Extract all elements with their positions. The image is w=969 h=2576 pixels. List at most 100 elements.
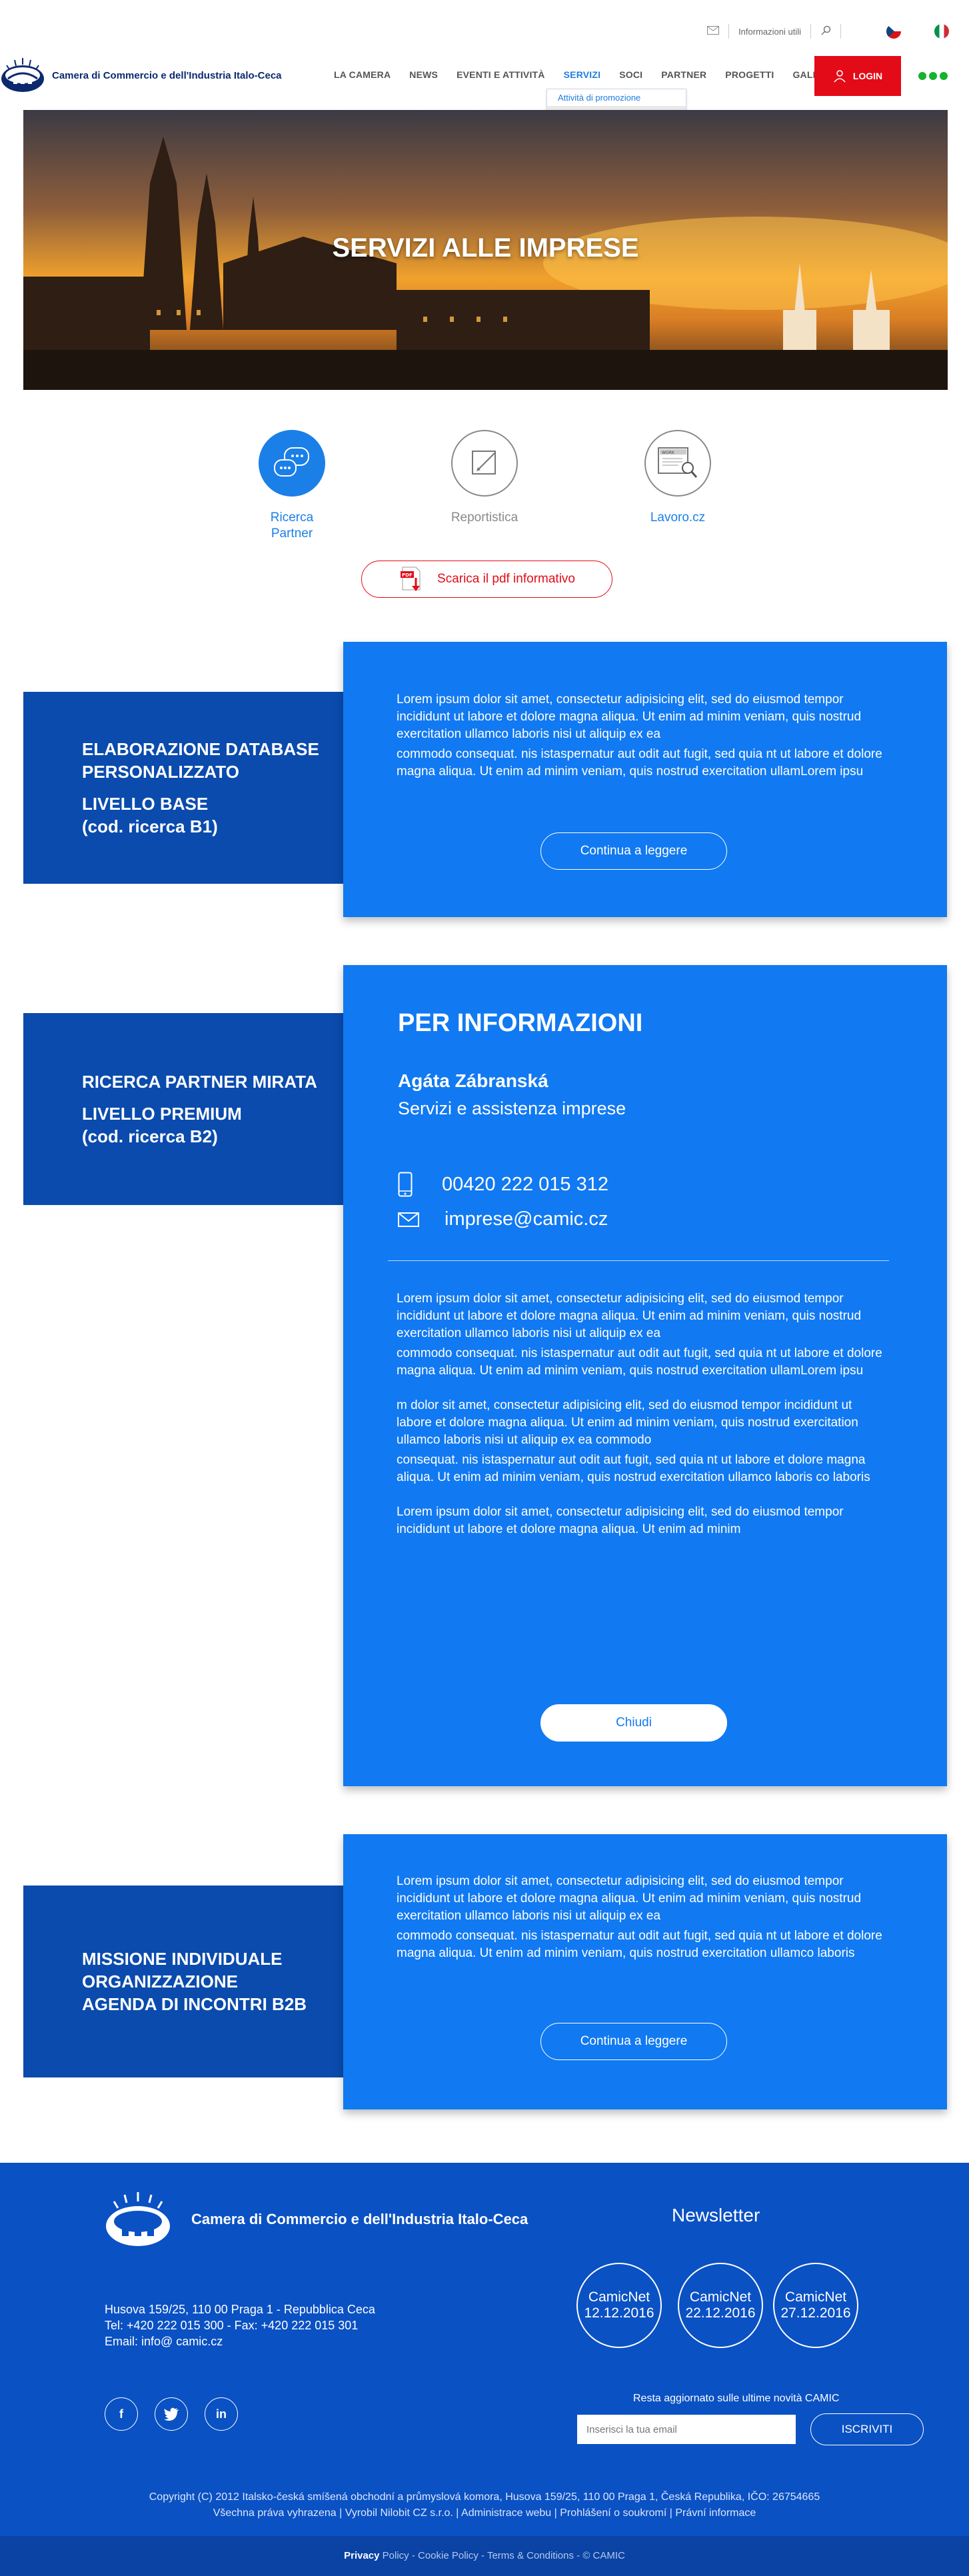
footer-address: Husova 159/25, 110 00 Praga 1 - Repubbli… — [105, 2301, 375, 2349]
service-lavoro[interactable]: WORK Lavoro.cz — [631, 430, 724, 526]
paragraph: commodo consequat. nis istaspernatur aut… — [397, 747, 882, 778]
paragraph: commodo consequat. nis istaspernatur aut… — [397, 1346, 882, 1378]
twitter-icon[interactable] — [155, 2397, 188, 2431]
contact-title: PER INFORMAZIONI — [398, 1009, 643, 1037]
nav-news[interactable]: NEWS — [400, 69, 447, 80]
nav-soci[interactable]: SOCI — [610, 69, 652, 80]
mail-icon[interactable] — [707, 26, 720, 37]
tab-title: AGENDA DI INCONTRI B2B — [82, 1994, 307, 2014]
legal-links[interactable]: Všechna práva vyhrazena | Vyrobil Nilobi… — [0, 2505, 969, 2521]
subscribe-button[interactable]: ISCRIVITI — [810, 2413, 924, 2445]
nav-servizi[interactable]: SERVIZI — [554, 69, 610, 80]
tab-code: (cod. ricerca B2) — [82, 1126, 218, 1146]
chat-bubbles-icon — [259, 430, 325, 497]
service-label: Reportistica — [451, 511, 518, 525]
more-menu-icon[interactable] — [918, 72, 948, 80]
tab-title: ORGANIZZAZIONE — [82, 1971, 238, 1991]
tab-code: (cod. ricerca B1) — [82, 816, 218, 836]
svg-text:WORK: WORK — [662, 451, 675, 455]
download-pdf-button[interactable]: PDF Scarica il pdf informativo — [361, 561, 612, 598]
paragraph: Lorem ipsum dolor sit amet, consectetur … — [397, 1505, 844, 1536]
info-link[interactable]: Informazioni utili — [738, 27, 801, 37]
tab-level: LIVELLO BASE — [82, 794, 209, 814]
login-label: LOGIN — [852, 71, 883, 81]
smartphone-icon — [398, 1172, 413, 1197]
site-footer: Camera di Commercio e dell'Industria Ita… — [0, 2163, 969, 2536]
newsletter-name: CamicNet — [689, 2289, 752, 2305]
newsletter-issue[interactable]: CamicNet 12.12.2016 — [576, 2263, 662, 2348]
contact-email[interactable]: imprese@camic.cz — [398, 1208, 608, 1230]
email-line[interactable]: Email: info@ camic.cz — [105, 2333, 375, 2349]
paragraph: commodo consequat. nis istaspernatur aut… — [397, 1929, 882, 1960]
pdf-button-label: Scarica il pdf informativo — [437, 572, 575, 586]
newsletter-title: Newsletter — [672, 2205, 760, 2225]
read-more-button[interactable]: Continua a leggere — [540, 832, 727, 870]
newsletter-name: CamicNet — [784, 2289, 847, 2305]
read-more-button[interactable]: Continua a leggere — [540, 2023, 727, 2060]
service-tab-database[interactable]: ELABORAZIONE DATABASE PERSONALIZZATO LIV… — [23, 692, 343, 884]
privacy-link[interactable]: Privacy — [344, 2550, 379, 2561]
newsletter-subtitle: Resta aggiornato sulle ultime novità CAM… — [633, 2393, 840, 2404]
dropdown-item-promozione[interactable]: Attività di promozione — [547, 89, 686, 106]
envelope-icon — [398, 1212, 419, 1227]
nav-la-camera[interactable]: LA CAMERA — [325, 69, 400, 80]
divider — [388, 1260, 889, 1261]
nav-partner[interactable]: PARTNER — [652, 69, 716, 80]
chamber-logo-icon — [1, 58, 44, 92]
contact-role: Servizi e assistenza imprese — [398, 1098, 626, 1118]
pdf-download-icon: PDF — [401, 567, 421, 591]
service-tab-ricerca-partner[interactable]: RICERCA PARTNER MIRATA LIVELLO PREMIUM (… — [23, 1013, 343, 1205]
newsletter-issue[interactable]: CamicNet 27.12.2016 — [773, 2263, 858, 2348]
phone-fax-line: Tel: +420 222 015 300 - Fax: +420 222 01… — [105, 2319, 359, 2332]
email-address: imprese@camic.cz — [445, 1208, 608, 1230]
nav-progetti[interactable]: PROGETTI — [716, 69, 783, 80]
contact-phone[interactable]: 00420 222 015 312 — [398, 1172, 608, 1197]
divider — [810, 24, 811, 39]
panel-text: Lorem ipsum dolor sit amet, consectetur … — [397, 691, 890, 783]
service-tab-missione-b2b[interactable]: MISSIONE INDIVIDUALE ORGANIZZAZIONE AGEN… — [23, 1886, 343, 2077]
tab-level: LIVELLO PREMIUM — [82, 1104, 242, 1124]
footer-brand: Camera di Commercio e dell'Industria Ita… — [191, 2211, 528, 2227]
service-panel-missione-b2b: Lorem ipsum dolor sit amet, consectetur … — [343, 1834, 947, 2109]
site-logo[interactable]: Camera di Commercio e dell'Industria Ita… — [0, 55, 282, 96]
tab-title: RICERCA PARTNER MIRATA — [82, 1072, 317, 1092]
panel-text: Lorem ipsum dolor sit amet, consectetur … — [397, 1873, 890, 1965]
service-reportistica[interactable]: Reportistica — [438, 430, 531, 526]
hero-banner: SERVIZI ALLE IMPRESE — [23, 110, 948, 390]
footer-logo[interactable]: Camera di Commercio e dell'Industria Ita… — [105, 2189, 528, 2249]
service-panel-database: Lorem ipsum dolor sit amet, consectetur … — [343, 642, 947, 917]
phone-number: 00420 222 015 312 — [442, 1173, 608, 1195]
newsletter-date: 12.12.2016 — [584, 2305, 654, 2321]
policy-links[interactable]: Policy - Cookie Policy - Terms & Conditi… — [380, 2550, 625, 2561]
copyright-line: Copyright (C) 2012 Italsko-česká smíšená… — [149, 2491, 820, 2503]
paragraph: Lorem ipsum dolor sit amet, consectetur … — [397, 692, 862, 741]
user-icon — [834, 70, 846, 83]
czech-flag-icon[interactable] — [886, 24, 901, 39]
service-ricerca-partner[interactable]: Ricerca Partner — [245, 430, 339, 542]
close-button[interactable]: Chiudi — [540, 1704, 727, 1742]
contact-name: Agáta Zábranská — [398, 1070, 548, 1091]
tab-title: PERSONALIZZATO — [82, 762, 239, 782]
edit-document-icon — [451, 430, 518, 497]
policy-bar: Privacy Policy - Cookie Policy - Terms &… — [0, 2536, 969, 2576]
paragraph: consequat. nis istaspernatur aut odit au… — [397, 1453, 870, 1484]
paragraph: Lorem ipsum dolor sit amet, consectetur … — [397, 1292, 862, 1340]
login-button[interactable]: LOGIN — [814, 56, 901, 96]
facebook-icon[interactable]: f — [105, 2397, 138, 2431]
main-nav: LA CAMERA NEWS EVENTI E ATTIVITÀ SERVIZI… — [325, 69, 847, 80]
search-icon[interactable] — [820, 25, 831, 38]
newsletter-issue[interactable]: CamicNet 22.12.2016 — [678, 2263, 763, 2348]
divider — [728, 24, 730, 39]
social-links: f in — [105, 2397, 238, 2431]
address-line: Husova 159/25, 110 00 Praga 1 - Repubbli… — [105, 2303, 375, 2316]
italian-flag-icon[interactable] — [934, 24, 949, 39]
newsletter-date: 22.12.2016 — [685, 2305, 756, 2321]
linkedin-icon[interactable]: in — [205, 2397, 238, 2431]
newsletter-name: CamicNet — [588, 2289, 650, 2305]
job-search-icon: WORK — [644, 430, 711, 497]
newsletter-email-input[interactable] — [577, 2415, 796, 2444]
nav-eventi[interactable]: EVENTI E ATTIVITÀ — [447, 69, 554, 80]
tab-title: ELABORAZIONE DATABASE — [82, 739, 319, 759]
hero-title: SERVIZI ALLE IMPRESE — [332, 233, 639, 263]
panel-text: Lorem ipsum dolor sit amet, consectetur … — [397, 1290, 890, 1541]
